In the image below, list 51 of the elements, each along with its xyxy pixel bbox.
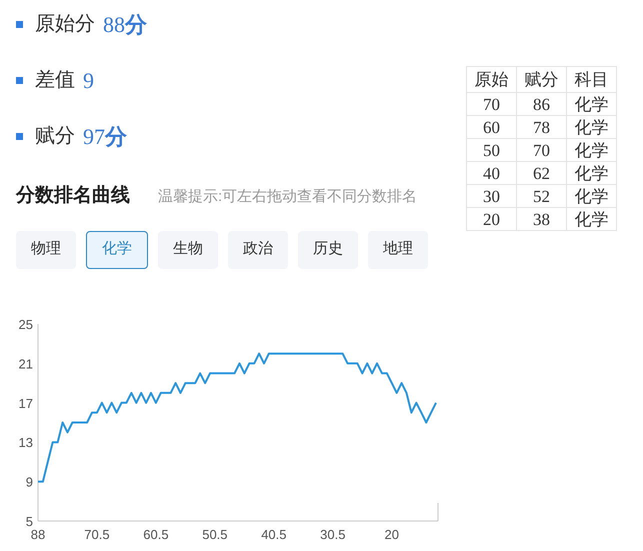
bullet-icon: [16, 132, 23, 140]
y-tick-label: 5: [26, 514, 33, 528]
subject-tab[interactable]: 生物: [158, 230, 218, 268]
table-cell: 70: [466, 92, 516, 116]
y-tick-label: 13: [18, 434, 33, 450]
table-header: 科目: [566, 66, 616, 92]
table-cell: 化学: [566, 208, 616, 230]
table-cell: 70: [516, 138, 566, 162]
x-tick-label: 88: [30, 526, 46, 542]
table-cell: 化学: [566, 138, 616, 162]
table-header: 赋分: [516, 66, 566, 92]
section-title: 分数排名曲线: [16, 184, 130, 208]
table-cell: 50: [466, 138, 516, 162]
subject-tab[interactable]: 化学: [86, 230, 148, 268]
table-cell: 30: [466, 184, 516, 208]
table-cell: 78: [516, 116, 566, 138]
y-tick-label: 21: [18, 356, 33, 371]
table-cell: 86: [516, 92, 566, 116]
y-tick-label: 17: [18, 395, 33, 410]
table-cell: 38: [516, 208, 566, 230]
table-cell: 40: [466, 162, 516, 184]
x-tick-label: 40.5: [261, 526, 286, 542]
y-tick-label: 25: [18, 316, 33, 332]
table-cell: 化学: [566, 116, 616, 138]
table-cell: 62: [516, 162, 566, 184]
score-label: 原始分: [35, 12, 95, 37]
table-cell: 60: [466, 116, 516, 138]
x-tick-label: 70.5: [84, 526, 110, 542]
table-cell: 化学: [566, 92, 616, 116]
score-label: 赋分: [35, 124, 75, 149]
x-tick-label: 30.5: [320, 526, 346, 542]
score-value: 88分: [103, 10, 147, 38]
subject-tab[interactable]: 物理: [16, 230, 76, 268]
score-value: 97分: [83, 122, 127, 150]
table-cell: 20: [466, 208, 516, 230]
score-label: 差值: [35, 68, 75, 93]
x-tick-label: 50.5: [202, 526, 228, 542]
hint-text: 温馨提示:可左右拖动查看不同分数排名: [158, 187, 418, 207]
table-cell: 化学: [566, 162, 616, 184]
score-value: 9: [83, 66, 94, 94]
bullet-icon: [16, 20, 23, 28]
table-cell: 化学: [566, 184, 616, 208]
table-cell: 52: [516, 184, 566, 208]
x-tick-label: 20: [384, 526, 399, 542]
subject-tab[interactable]: 政治: [228, 230, 288, 268]
bullet-icon: [16, 76, 23, 84]
x-tick-label: 60.5: [143, 526, 169, 542]
subject-tab[interactable]: 地理: [368, 230, 428, 268]
subject-tab[interactable]: 历史: [298, 230, 358, 268]
table-header: 原始: [466, 66, 516, 92]
y-tick-label: 9: [26, 474, 33, 490]
